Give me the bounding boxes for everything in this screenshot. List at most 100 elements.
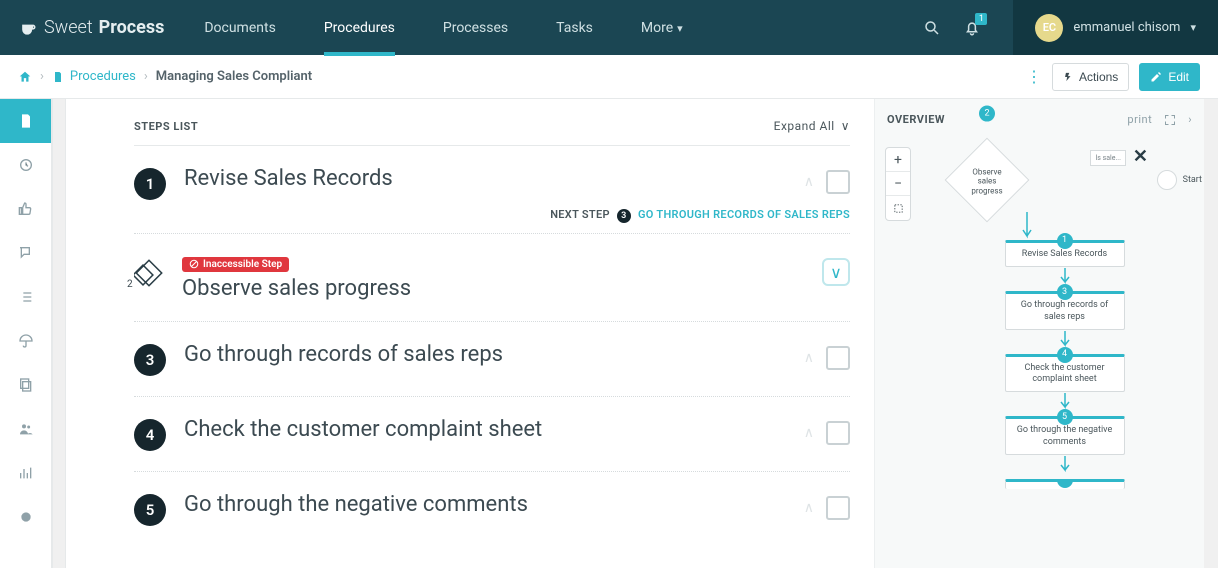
sidebar-comments-icon[interactable] [0,231,51,275]
right-scroll-track[interactable] [1204,99,1218,568]
expand-all-button[interactable]: Expand All ∨ [774,119,850,133]
sidebar-stats-icon[interactable] [0,451,51,495]
main-nav: Documents Procedures Processes Tasks Mor… [204,1,682,55]
collapse-icon[interactable]: ∧ [804,500,814,516]
inaccessible-label: Inaccessible Step [203,259,282,270]
steps-list-header: STEPS LIST Expand All ∨ [134,109,850,146]
notifications-icon[interactable]: 1 [963,19,981,37]
breadcrumb-sep: › [40,69,44,84]
sidebar-history-icon[interactable] [0,143,51,187]
step-title[interactable]: Go through the negative comments [184,492,786,517]
search-icon[interactable] [923,19,941,37]
chevron-down-icon: ▾ [1190,21,1196,34]
fullscreen-icon[interactable] [1164,114,1176,126]
print-link[interactable]: print [1127,113,1152,126]
nav-more[interactable]: More [641,1,683,55]
flow-node-number: 6 [1057,479,1073,488]
flow-node-4[interactable]: 4 Check the customer complaint sheet [1005,354,1125,393]
step-title[interactable]: Observe sales progress [182,276,804,301]
flow-node-5[interactable]: 5 Go through the negative comments [1005,416,1125,455]
notification-badge: 1 [975,13,987,25]
blocked-icon [189,259,199,269]
zoom-fit-button[interactable] [886,196,910,220]
steps-list-title: STEPS LIST [134,120,198,133]
steps-list-panel: STEPS LIST Expand All ∨ 1 Revise Sales R… [66,99,874,568]
brand-text-sweet: Sweet [44,17,93,38]
actions-button[interactable]: Actions [1052,63,1129,91]
step-number: 1 [134,168,166,200]
step-checkbox[interactable] [826,346,850,370]
sidebar-list-icon[interactable] [0,275,51,319]
topbar-right: 1 EC emmanuel chisom ▾ [923,0,1200,55]
nav-more-label: More [641,20,673,36]
breadcrumb-procedures[interactable]: Procedures [70,69,136,84]
flow-node-label: Check the customer complaint sheet [1024,363,1104,384]
flow-node-number: 5 [1057,409,1073,425]
overview-title: OVERVIEW [887,113,945,126]
sidebar-umbrella-icon[interactable] [0,319,51,363]
sidebar-users-icon[interactable] [0,407,51,451]
sidebar-scroll-track[interactable] [52,99,66,568]
inaccessible-badge: Inaccessible Step [182,257,289,272]
flowchart[interactable]: 2 Observe sales progress Is sale... ✕ St… [937,138,1192,489]
close-flow-icon[interactable]: ✕ [1133,146,1148,167]
sidebar-document-icon[interactable] [0,99,51,143]
chevron-down-icon: ∨ [841,119,850,133]
nav-procedures[interactable]: Procedures [324,1,395,55]
zoom-in-button[interactable]: + [886,148,910,172]
left-sidebar [0,99,52,568]
step-number: 3 [134,344,166,376]
step-block-1: 1 Revise Sales Records ∧ NEXT STEP 3 GO … [134,146,850,234]
step-checkbox[interactable] [826,170,850,194]
actions-label: Actions [1079,70,1118,84]
flow-start-label: Start [1183,175,1202,185]
brand-logo[interactable]: SweetProcess [18,17,164,38]
flow-node-number: 2 [979,106,995,122]
flow-node-label: Revise Sales Records [1022,249,1107,259]
flow-node-1[interactable]: 1 Revise Sales Records [1005,240,1125,267]
nav-processes[interactable]: Processes [443,1,508,55]
sidebar-tag-icon[interactable] [0,495,51,539]
sidebar-thumbs-up-icon[interactable] [0,187,51,231]
sidebar-copy-icon[interactable] [0,363,51,407]
flow-mini-tooltip: Is sale... [1090,150,1126,166]
breadcrumb-current: Managing Sales Compliant [156,69,312,84]
flow-decision-node[interactable]: 2 Observe sales progress [945,138,1030,223]
step-number: 4 [134,419,166,451]
step-number: 5 [134,494,166,526]
flow-node-number: 3 [1057,284,1073,300]
collapse-icon[interactable]: ∧ [804,425,814,441]
workspace: STEPS LIST Expand All ∨ 1 Revise Sales R… [0,99,1218,568]
chevron-right-icon[interactable]: › [1188,113,1192,126]
edit-button[interactable]: Edit [1139,63,1200,91]
nav-documents[interactable]: Documents [204,1,275,55]
step-block-5: 5 Go through the negative comments ∧ [134,472,850,546]
bolt-icon [1063,71,1073,83]
step-checkbox[interactable] [826,421,850,445]
step-title[interactable]: Go through records of sales reps [184,342,786,367]
zoom-out-button[interactable]: − [886,172,910,196]
expand-step-button[interactable]: ∨ [822,258,850,286]
more-options-icon[interactable]: ⋮ [1026,67,1042,86]
flow-node-3[interactable]: 3 Go through records of sales reps [1005,291,1125,330]
overview-panel: OVERVIEW print › + − 2 [874,99,1204,568]
collapse-icon[interactable]: ∧ [804,174,814,190]
home-icon[interactable] [18,70,32,84]
step-checkbox[interactable] [826,496,850,520]
flow-node-6[interactable]: 6 [1005,479,1125,489]
flow-node-label: Go through the negative comments [1017,425,1113,446]
step-title[interactable]: Check the customer complaint sheet [184,417,786,442]
step-block-2: 2 Inaccessible Step Observe sales progre… [134,234,850,322]
nav-tasks[interactable]: Tasks [556,1,593,55]
next-step-number: 3 [617,209,631,223]
next-step-link[interactable]: GO THROUGH RECORDS OF SALES REPS [638,208,850,221]
decision-icon: 2 [134,258,164,288]
expand-all-label: Expand All [774,119,835,133]
step-title[interactable]: Revise Sales Records [184,166,786,191]
document-icon [52,70,64,84]
edit-label: Edit [1168,70,1189,84]
flow-node-number: 4 [1057,347,1073,363]
collapse-icon[interactable]: ∧ [804,350,814,366]
user-menu[interactable]: EC emmanuel chisom ▾ [1013,0,1218,55]
top-navbar: SweetProcess Documents Procedures Proces… [0,0,1218,55]
